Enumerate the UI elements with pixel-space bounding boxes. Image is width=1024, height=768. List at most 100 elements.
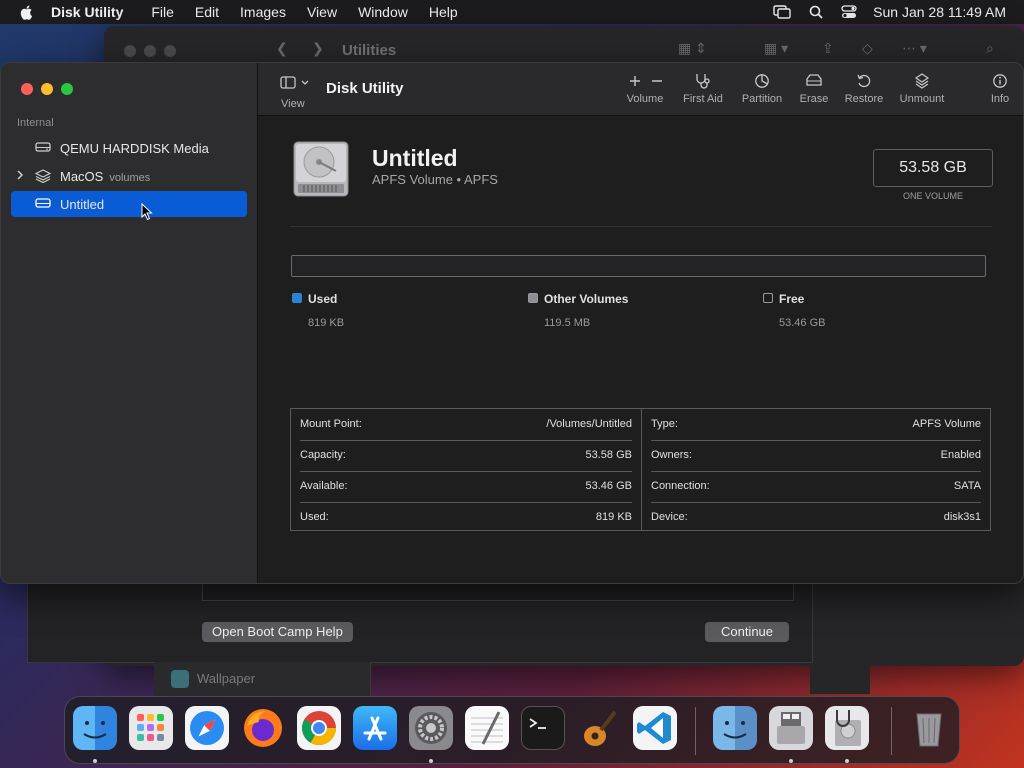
menu-app-name[interactable]: Disk Utility [51,4,123,20]
bg-zoom-button[interactable] [164,45,176,57]
sidebar-item-sublabel: volumes [109,172,151,184]
finder-running-indicator [93,759,97,763]
wallpaper-icon [171,670,189,688]
sidebar-view-icon[interactable] [280,75,310,91]
terminal-icon[interactable] [521,706,565,750]
open-boot-camp-help-button[interactable]: Open Boot Camp Help [202,622,353,642]
apple-menu-icon[interactable] [19,4,35,20]
storage-usage-bar [291,255,986,277]
menu-window[interactable]: Window [358,4,408,20]
info-row-available: Available: 53.46 GB [300,471,632,503]
boot-camp-assistant-icon[interactable] [769,706,813,750]
menu-help[interactable]: Help [429,4,458,20]
disk-utility-running-indicator [845,759,849,763]
partition-button[interactable]: Partition [736,73,788,105]
view-label: View [281,98,305,110]
volume-info-table: Mount Point: /Volumes/Untitled Capacity: 5… [290,408,991,531]
background-window-edge [810,584,870,694]
menu-images[interactable]: Images [240,4,286,20]
info-value: Enabled [940,449,981,461]
sidebar-item-label: QEMU HARDDISK Media [60,141,209,156]
sidebar-item-label-group: MacOS volumes [60,169,150,184]
info-value: APFS Volume [912,418,981,430]
trash-icon[interactable] [907,706,951,750]
app-store-icon[interactable] [353,706,397,750]
legend-used: Used [292,292,337,306]
close-button[interactable] [21,83,33,95]
unmount-button[interactable]: Unmount [896,73,948,105]
pie-partition-icon [755,74,769,88]
launchpad-icon[interactable] [129,706,173,750]
info-circle-icon [993,74,1007,88]
legend-other-value: 119.5 MB [544,317,591,329]
erase-button[interactable]: Erase [794,73,834,105]
search-icon[interactable]: ⌕ [986,40,994,57]
disk-utility-icon[interactable] [825,706,869,750]
safari-icon[interactable] [185,706,229,750]
info-button[interactable]: Info [987,73,1013,105]
firefox-icon[interactable] [241,706,285,750]
volume-button[interactable]: Volume [622,73,668,105]
erase-label: Erase [799,93,829,105]
boot-camp-assistant-panel: Open Boot Camp Help Continue [27,580,813,663]
volume-drive-icon [35,198,51,208]
wallpaper-item[interactable]: Wallpaper [154,662,371,696]
group-view-icon[interactable]: ▦ ▾ [764,40,788,57]
menu-view[interactable]: View [307,4,337,20]
info-key: Device: [651,511,688,523]
legend-other-volumes: Other Volumes [528,292,628,306]
continue-button[interactable]: Continue [705,622,789,642]
restore-button[interactable]: Restore [842,73,886,105]
disk-utility-window: Internal QEMU HARDDISK Media MacOS volume… [0,62,1024,584]
window-title: Disk Utility [326,80,404,97]
hard-drive-icon [35,142,51,152]
chrome-icon[interactable] [297,706,341,750]
header-divider [290,226,992,227]
info-key: Connection: [651,480,710,492]
menubar-clock[interactable]: Sun Jan 28 11:49 AM [873,4,1006,20]
vscode-icon[interactable] [633,706,677,750]
textedit-icon[interactable] [465,706,509,750]
system-preferences-icon[interactable] [409,706,453,750]
sidebar-item-untitled[interactable]: Untitled [11,191,247,217]
finder-documents-icon[interactable] [713,706,757,750]
disclosure-chevron-icon[interactable] [16,170,24,180]
more-actions-icon[interactable]: ⋯ ▾ [902,40,927,57]
eject-stack-icon [914,73,930,89]
bg-minimize-button[interactable] [144,45,156,57]
system-preferences-running-indicator [429,759,433,763]
info-row-owners: Owners: Enabled [651,440,981,472]
info-value: SATA [953,480,981,492]
icon-view-icon[interactable]: ▦ ⇕ [678,40,707,57]
sidebar-item-macos[interactable]: MacOS volumes [11,163,247,189]
tag-icon[interactable]: ◇ [862,40,873,57]
menu-file[interactable]: File [151,4,174,20]
first-aid-button[interactable]: First Aid [678,73,728,105]
restore-label: Restore [844,93,884,105]
dock-separator [695,707,696,755]
bg-close-button[interactable] [124,45,136,57]
screen-mirroring-icon[interactable] [773,5,791,19]
forward-chevron-icon[interactable]: ❯ [312,40,324,57]
info-value: 53.46 GB [585,480,632,492]
menu-edit[interactable]: Edit [195,4,219,20]
finder-icon[interactable] [73,706,117,750]
internal-disk-icon [293,141,349,197]
volume-name: Untitled [372,145,458,171]
garageband-icon[interactable] [577,706,621,750]
info-row-capacity: Capacity: 53.58 GB [300,440,632,472]
spotlight-search-icon[interactable] [809,5,823,19]
share-icon[interactable]: ⇪ [822,40,834,57]
unmount-label: Unmount [899,93,945,105]
info-row-used: Used: 819 KB [300,502,632,533]
sidebar-item-label: Untitled [60,197,105,212]
info-row-type: Type: APFS Volume [651,409,981,441]
back-chevron-icon[interactable]: ❮ [276,40,288,57]
legend-used-value: 819 KB [308,317,345,329]
toolbar: View Disk Utility Volume First Aid Parti… [258,63,1023,116]
zoom-button[interactable] [61,83,73,95]
control-center-icon[interactable] [841,5,857,19]
sidebar-item-qemu-harddisk[interactable]: QEMU HARDDISK Media [11,135,247,161]
minimize-button[interactable] [41,83,53,95]
info-key: Used: [300,511,329,523]
